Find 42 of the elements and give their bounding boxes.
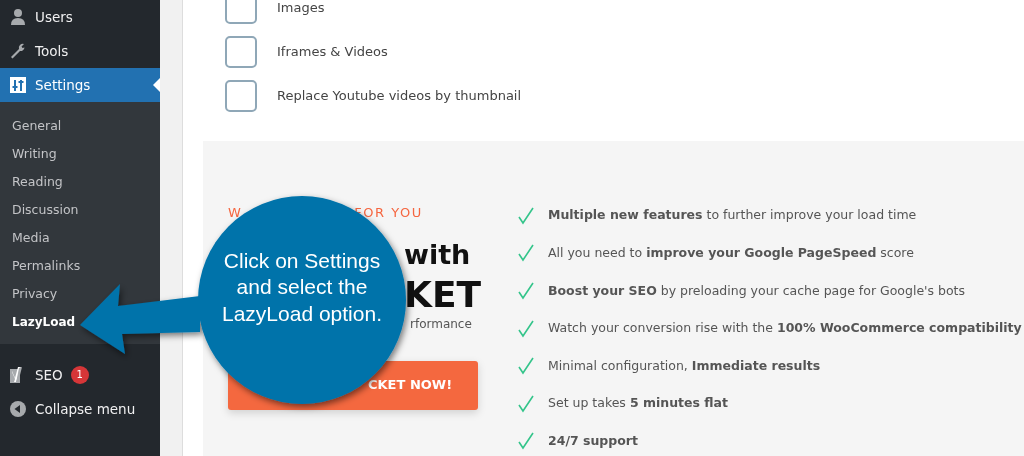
- option-label: Replace Youtube videos by thumbnail: [277, 87, 522, 106]
- tagline-text: rformance: [410, 315, 472, 333]
- option-label: Iframes & Videos: [277, 43, 388, 62]
- checkmark-icon: [518, 432, 534, 451]
- checkmark-icon: [518, 244, 534, 263]
- submenu-item[interactable]: Media: [0, 224, 62, 252]
- submenu-item[interactable]: Privacy: [0, 280, 70, 308]
- checkbox[interactable]: [225, 36, 257, 68]
- checkmark-icon: [518, 394, 534, 413]
- menu-item[interactable]: Tools: [0, 34, 160, 68]
- sliders-icon: [9, 76, 27, 94]
- feature-text: 24/7 support: [548, 432, 638, 450]
- feature-text: Boost your SEO by preloading your cache page for Google's bots: [548, 281, 965, 300]
- count-badge: 1: [70, 366, 89, 384]
- submenu-item[interactable]: General: [0, 112, 74, 140]
- tooltip-text: Click on Settings and select the LazyLoad option.: [221, 248, 383, 327]
- submenu-item[interactable]: Permalinks: [0, 252, 93, 280]
- menu-item[interactable]: Users: [0, 0, 160, 34]
- feature-text: Watch your conversion rise with the 100% WooCommerce compatibility: [548, 319, 1022, 338]
- logo-text: KET: [404, 275, 482, 315]
- checkmark-icon: [518, 206, 534, 225]
- checkbox[interactable]: [225, 80, 257, 112]
- submenu-item[interactable]: LazyLoad: [0, 308, 76, 336]
- feature-text: Minimal configuration, Immediate results: [548, 356, 821, 375]
- eyebrow-text: W: [228, 204, 243, 222]
- option-label: Images: [277, 0, 325, 18]
- menu-item[interactable]: Settings: [0, 68, 160, 102]
- heading-text: with: [404, 237, 471, 272]
- menu-item[interactable]: Collapse menu: [0, 392, 160, 426]
- feature-text: All you need to improve your Google PageSpeed score: [548, 244, 914, 262]
- users-icon: [9, 8, 27, 26]
- submenu-item[interactable]: Reading: [0, 168, 75, 196]
- checkmark-icon: [518, 319, 534, 338]
- submenu-item[interactable]: Writing: [0, 140, 69, 168]
- checkmark-icon: [518, 357, 534, 376]
- feature-text: Multiple new features to further improve your load time: [548, 206, 917, 225]
- checkmark-icon: [518, 282, 534, 300]
- wrench-icon: [9, 42, 27, 60]
- checkbox[interactable]: [225, 0, 257, 24]
- feature-text: Set up takes 5 minutes flat: [548, 394, 728, 413]
- submenu-item[interactable]: Discussion: [0, 196, 91, 224]
- menu-item[interactable]: SEO 1: [0, 358, 160, 392]
